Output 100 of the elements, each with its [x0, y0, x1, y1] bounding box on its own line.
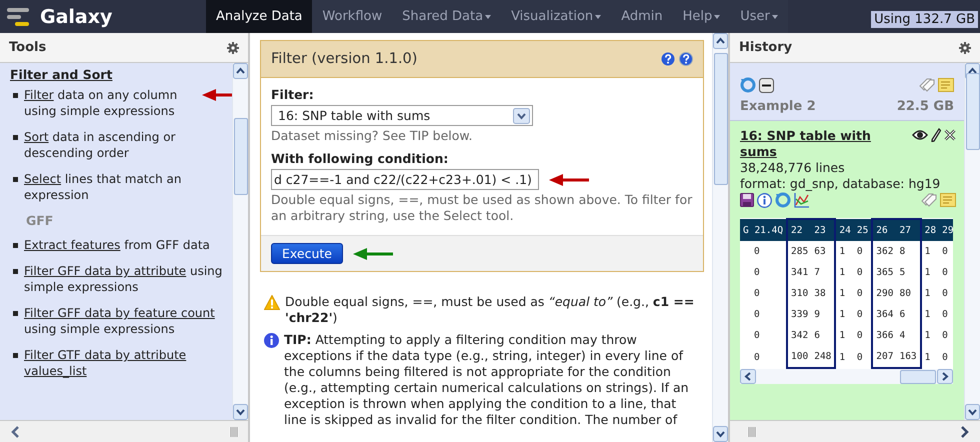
field-label: With following condition: [271, 151, 450, 166]
table-cell: 248 [811, 346, 836, 368]
line-count: 38,248,776 lines [740, 160, 846, 176]
panel-title: Tools [9, 40, 46, 55]
scroll-thumb[interactable] [966, 73, 980, 150]
table-cell: 0 [740, 241, 788, 262]
help-text: Double equal signs, ==, must be used as shown above. To filter for an arbitrary string, use the Select tool. [271, 192, 693, 224]
column-header: 22 [787, 219, 812, 241]
scroll-right-button[interactable] [937, 369, 953, 384]
close-icon[interactable] [944, 129, 956, 141]
bullet-icon [13, 311, 18, 316]
horizontal-scrollbar[interactable] [740, 369, 953, 384]
tool-link[interactable]: Select [24, 172, 62, 186]
scroll-up-button[interactable] [713, 33, 728, 49]
form-title: Filter (version 1.1.0) [271, 51, 418, 67]
tool-link[interactable]: Filter GFF data by attribute [24, 264, 186, 278]
bullet-icon [13, 269, 18, 274]
tool-description: Filter data on any column using simple expressions [24, 87, 178, 119]
table-cell: 207 [872, 346, 896, 368]
resize-grip-icon[interactable] [230, 426, 238, 436]
scroll-up-button[interactable] [233, 63, 248, 79]
tool-link[interactable]: Filter GFF data by feature count [24, 306, 215, 320]
tool-description: Sort data in ascending or descending order [24, 129, 176, 161]
save-icon[interactable] [740, 193, 754, 207]
info-icon[interactable] [757, 192, 772, 208]
scrollbar[interactable] [964, 63, 980, 420]
info-icon [264, 333, 279, 348]
note-text: TIP: Attempting to apply a filtering condition may throw exceptions if the data type (e.g., string, integer) in every line of the columns being filtered is not appropriate for the condition (e.g., attempting certain numerical calculations on strings). If an exception is thrown when applying the condition to a line, that line is skipped as invalid for the filter condition. The number of [284, 332, 690, 428]
tool-link[interactable]: Sort [24, 130, 49, 144]
scroll-thumb[interactable] [714, 53, 728, 185]
nav-tab[interactable]: Shared Data [392, 0, 502, 33]
scroll-thumb[interactable] [900, 370, 936, 384]
scroll-left-button[interactable] [740, 369, 756, 384]
tool-description: Extract features from GFF data [24, 237, 211, 253]
table-cell: 362 [872, 241, 896, 262]
table-cell: 8 [896, 241, 921, 262]
eye-icon[interactable] [912, 129, 928, 141]
field-label: Filter: [271, 87, 315, 102]
bullet-icon [13, 353, 18, 358]
bullet-icon [13, 93, 18, 98]
settings-icon[interactable] [227, 42, 239, 54]
scrollbar[interactable] [232, 63, 248, 420]
refresh-icon[interactable] [775, 192, 791, 208]
settings-icon[interactable] [959, 42, 971, 54]
tool-description: Filter GFF data by attribute using simple expressions [24, 263, 224, 295]
brand-name[interactable]: Galaxy [40, 6, 112, 28]
scroll-down-button[interactable] [965, 404, 980, 420]
column-header: G 21.4Q [740, 219, 788, 241]
bullet-icon [13, 135, 18, 140]
scrollbar[interactable] [712, 33, 728, 442]
chart-icon[interactable] [794, 192, 809, 208]
usage-meter: Using 132.7 GB [871, 11, 978, 28]
nav-tab[interactable]: Workflow [312, 0, 392, 33]
table-cell: 285 [787, 241, 812, 262]
warning-icon [264, 295, 280, 310]
tool-link[interactable]: Filter [24, 88, 54, 102]
dataset-select[interactable]: 16: SNP table with sums [271, 105, 533, 126]
pencil-icon[interactable] [931, 128, 941, 142]
nav-tab[interactable]: Visualization [501, 0, 612, 33]
column-header: 27 [896, 219, 921, 241]
tool-link[interactable]: Extract features [24, 238, 120, 252]
table-cell: 163 [896, 346, 921, 368]
help-text: Dataset missing? See TIP below. [271, 128, 474, 144]
table-cell: 364 [872, 304, 896, 325]
dataset-meta: format: gd_snp, database: hg19 [740, 176, 942, 192]
scroll-down-button[interactable] [713, 426, 728, 442]
condition-field[interactable]: d c27==-1 and c22/(c22+c23+.01) < .1) [271, 169, 539, 190]
expand-icon[interactable] [960, 426, 970, 438]
column-header: 24 [835, 219, 854, 241]
history-size: 22.5 GB [896, 99, 954, 114]
section-label: GFF [26, 213, 54, 228]
table-cell: 63 [811, 241, 836, 262]
tag-icon[interactable] [919, 78, 935, 92]
nav-tab[interactable]: Help [672, 0, 730, 33]
nav-tab[interactable]: User [730, 0, 788, 33]
panel-title: History [739, 40, 792, 55]
execute-button[interactable]: Execute [271, 243, 343, 264]
tool-description: Filter GFF data by feature count using simple expressions [24, 305, 216, 337]
column-header: 23 [811, 219, 836, 241]
dataset-title[interactable]: 16: SNP table with sums [740, 128, 890, 160]
tool-description: Select lines that match an expression [24, 171, 182, 203]
table-cell: 1 [835, 241, 854, 262]
section-heading[interactable]: Filter and Sort [10, 67, 228, 82]
help-icon[interactable] [679, 52, 693, 66]
tag-icon[interactable] [921, 193, 937, 207]
tool-link[interactable]: Filter GTF data by attribute values_list [24, 347, 228, 379]
history-name[interactable]: Example 2 [740, 99, 816, 114]
bullet-icon [13, 177, 18, 182]
note-text: Double equal signs, ==, must be used as “equal to” (e.g., c1 == 'chr22') [285, 294, 696, 326]
bullet-icon [13, 243, 18, 248]
table-cell: 100 [787, 346, 812, 368]
scroll-down-button[interactable] [233, 404, 248, 420]
column-header: 29 [939, 219, 953, 241]
nav-tab[interactable]: Admin [611, 0, 673, 33]
scroll-thumb[interactable] [234, 118, 248, 195]
resize-grip-icon[interactable] [748, 426, 756, 436]
column-header: 26 [872, 219, 896, 241]
nav-tab[interactable]: Analyze Data [206, 0, 312, 33]
help-icon[interactable] [661, 52, 675, 66]
collapse-icon[interactable] [759, 78, 774, 92]
